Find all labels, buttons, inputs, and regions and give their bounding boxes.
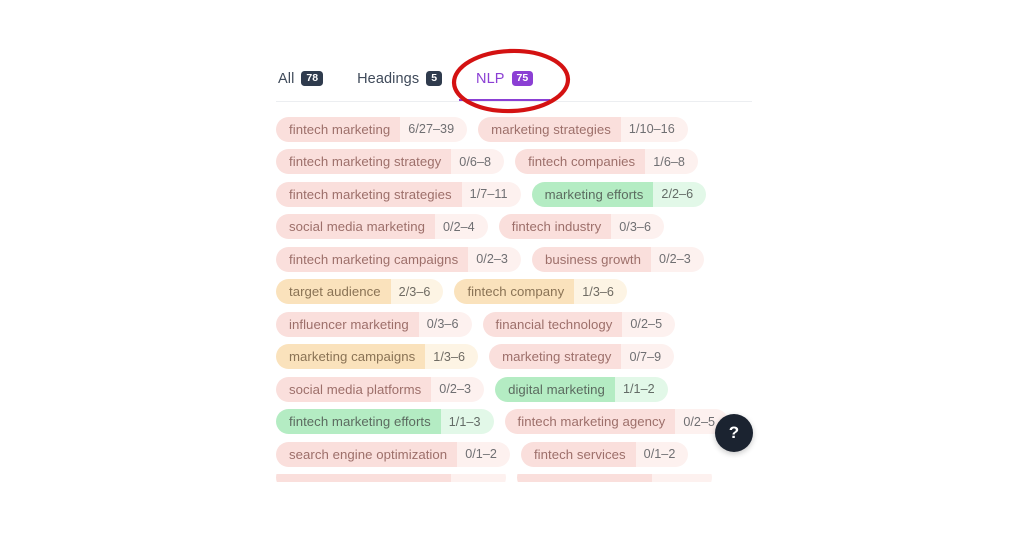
nlp-term-label: fintech industry: [498, 214, 612, 239]
nlp-term-count: 2/3–6: [390, 279, 444, 304]
nlp-term-row: influencer marketing 0/3–6 financial techn…: [276, 311, 752, 337]
nlp-term-label: financial technology: [482, 311, 623, 337]
nlp-term-label: social media platforms: [276, 376, 432, 402]
nlp-term-row: fintech marketing campaigns 0/2–3 business…: [276, 246, 752, 272]
nlp-term-pill[interactable]: financial technology 0/2–5: [482, 311, 676, 337]
nlp-term-count: [451, 473, 506, 482]
nlp-term-count: 0/7–9: [621, 344, 675, 369]
nlp-term-label: marketing strategy: [489, 344, 622, 369]
nlp-term-label: marketing strategies: [478, 116, 621, 142]
nlp-term-label: search engine optimization: [276, 441, 458, 467]
tab-nlp[interactable]: NLP 75: [459, 58, 551, 101]
nlp-term-label: fintech company: [454, 279, 575, 304]
tab-all[interactable]: All 78: [276, 58, 340, 101]
nlp-term-pill[interactable]: digital marketing 1/1–2: [495, 376, 668, 402]
nlp-term-pill[interactable]: fintech marketing campaigns 0/2–3: [276, 246, 521, 272]
nlp-term-label: fintech services: [520, 441, 636, 467]
nlp-term-label: fintech marketing campaigns: [276, 246, 469, 272]
nlp-term-count: 0/6–8: [451, 149, 505, 174]
tab-headings-label: Headings: [357, 70, 420, 87]
nlp-term-count: 0/3–6: [611, 214, 664, 239]
nlp-term-count: 0/2–3: [651, 246, 704, 272]
nlp-term-pill[interactable]: search engine optimization 0/1–2: [276, 441, 510, 467]
nlp-term-count: 6/27–39: [400, 116, 468, 142]
nlp-term-count: 1/1–2: [614, 376, 668, 402]
tab-headings-badge: 5: [426, 71, 443, 86]
nlp-term-pill[interactable]: social media platforms 0/2–3: [276, 376, 485, 402]
nlp-term-pill[interactable]: fintech industry 0/3–6: [498, 214, 664, 239]
nlp-term-pill[interactable]: fintech marketing strategies 1/7–11: [276, 181, 521, 207]
tab-all-badge: 78: [301, 71, 324, 86]
nlp-term-label: marketing efforts: [531, 181, 654, 207]
nlp-term-row: social media platforms 0/2–3 digital marke…: [276, 376, 752, 402]
nlp-term-label: fintech marketing efforts: [276, 409, 441, 434]
nlp-term-row: search engine optimization 0/1–2 fintech s…: [276, 441, 752, 467]
nlp-term-label: target audience: [276, 279, 391, 304]
tab-bar: All 78 Headings 5 NLP 75: [276, 58, 752, 102]
nlp-term-pill[interactable]: fintech marketing 6/27–39: [276, 116, 468, 142]
nlp-term-row: marketing campaigns 1/3–6 marketing strate…: [276, 344, 752, 370]
nlp-term-list[interactable]: fintech marketing 6/27–39 marketing strate…: [276, 116, 752, 488]
nlp-term-row: fintech marketing efforts 1/1–3 fintech ma…: [276, 409, 752, 435]
nlp-term-pill[interactable]: fintech company 1/3–6: [454, 279, 627, 304]
nlp-term-pill[interactable]: marketing strategy 0/7–9: [489, 344, 675, 369]
nlp-term-count: 1/7–11: [461, 181, 521, 207]
nlp-term-label: business growth: [531, 246, 652, 272]
nlp-term-pill[interactable]: [276, 473, 506, 482]
nlp-term-label: fintech marketing agency: [504, 409, 676, 434]
nlp-term-pill[interactable]: fintech marketing efforts 1/1–3: [276, 409, 494, 434]
nlp-term-label: fintech marketing strategy: [276, 149, 452, 174]
nlp-term-pill[interactable]: fintech services 0/1–2: [520, 441, 689, 467]
nlp-term-label: marketing campaigns: [276, 344, 426, 369]
nlp-term-pill[interactable]: [517, 473, 712, 482]
nlp-term-count: 0/2–4: [434, 214, 488, 239]
nlp-term-row: social media marketing 0/2–4 fintech indus…: [276, 214, 752, 240]
nlp-term-count: 0/2–3: [431, 376, 485, 402]
nlp-term-count: 0/1–2: [635, 441, 689, 467]
nlp-term-pill[interactable]: social media marketing 0/2–4: [276, 214, 488, 239]
nlp-term-row: fintech marketing strategy 0/6–8 fintech c…: [276, 149, 752, 175]
nlp-term-row: fintech marketing strategies 1/7–11 market…: [276, 181, 752, 207]
nlp-term-label: fintech marketing: [276, 116, 401, 142]
nlp-term-pill[interactable]: marketing campaigns 1/3–6: [276, 344, 479, 369]
nlp-term-label: fintech companies: [515, 149, 646, 174]
nlp-term-label: fintech marketing strategies: [276, 181, 462, 207]
nlp-term-label: [517, 473, 652, 482]
tab-headings[interactable]: Headings 5: [340, 58, 459, 101]
tab-nlp-badge: 75: [511, 71, 534, 86]
nlp-term-count: 0/2–3: [468, 246, 521, 272]
tab-all-label: All: [278, 70, 295, 87]
nlp-term-count: 1/3–6: [425, 344, 479, 369]
nlp-term-row: target audience 2/3–6 fintech company 1/3–6: [276, 279, 752, 305]
help-button[interactable]: ?: [715, 414, 753, 452]
nlp-term-pill[interactable]: marketing efforts 2/2–6: [531, 181, 707, 207]
nlp-term-pill[interactable]: target audience 2/3–6: [276, 279, 444, 304]
nlp-term-row-clipped: [276, 473, 752, 482]
nlp-term-pill[interactable]: marketing strategies 1/10–16: [478, 116, 688, 142]
nlp-term-row: fintech marketing 6/27–39 marketing strate…: [276, 116, 752, 142]
nlp-term-pill[interactable]: fintech marketing strategy 0/6–8: [276, 149, 505, 174]
nlp-term-pill[interactable]: fintech marketing agency 0/2–5: [504, 409, 729, 434]
nlp-term-pill[interactable]: business growth 0/2–3: [531, 246, 704, 272]
nlp-term-count: [652, 473, 712, 482]
nlp-term-label: [276, 473, 451, 482]
nlp-term-count: 1/10–16: [620, 116, 688, 142]
nlp-term-count: 1/3–6: [574, 279, 627, 304]
nlp-term-label: social media marketing: [276, 214, 435, 239]
nlp-term-pill[interactable]: fintech companies 1/6–8: [515, 149, 698, 174]
nlp-term-label: digital marketing: [495, 376, 615, 402]
nlp-term-pill[interactable]: influencer marketing 0/3–6: [276, 311, 472, 337]
nlp-term-count: 2/2–6: [653, 181, 707, 207]
nlp-terms-panel: All 78 Headings 5 NLP 75 fintech marketi…: [276, 58, 752, 488]
question-mark-icon: ?: [728, 423, 740, 442]
tab-nlp-label: NLP: [476, 70, 505, 87]
nlp-term-label: influencer marketing: [276, 311, 419, 337]
nlp-term-count: 0/3–6: [418, 311, 472, 337]
nlp-term-count: 0/2–5: [622, 311, 676, 337]
nlp-term-count: 1/6–8: [645, 149, 698, 174]
nlp-term-count: 0/1–2: [457, 441, 510, 467]
nlp-term-count: 1/1–3: [440, 409, 494, 434]
